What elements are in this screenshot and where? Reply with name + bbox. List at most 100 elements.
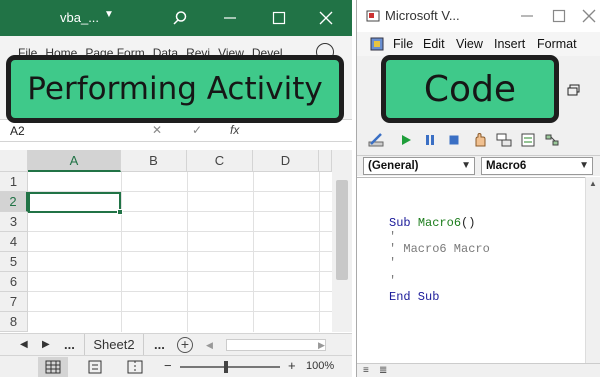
zoom-in-button[interactable]: +: [288, 358, 296, 373]
code-vertical-scrollbar[interactable]: ▲: [585, 177, 600, 363]
procedure-combo-value: Macro6: [486, 160, 527, 172]
vbe-title-bar: Microsoft V...: [357, 0, 600, 32]
restore-window-icon[interactable]: [567, 84, 581, 99]
object-browser-icon[interactable]: [543, 131, 561, 149]
column-header[interactable]: A: [28, 150, 121, 172]
code-bottom-bar: ≡ ≣: [357, 363, 600, 377]
vertical-scrollbar[interactable]: [332, 150, 352, 332]
row-header[interactable]: 1: [0, 172, 28, 192]
menu-format[interactable]: Format: [537, 37, 577, 51]
sheet-overflow-left[interactable]: ...: [64, 337, 75, 352]
maximize-icon[interactable]: [267, 6, 291, 30]
code-parens: (): [461, 216, 476, 230]
excel-title-bar: vba_... ▼: [0, 0, 352, 36]
project-explorer-icon[interactable]: [495, 131, 513, 149]
zoom-slider-thumb[interactable]: [224, 361, 228, 373]
title-dropdown-icon[interactable]: ▼: [104, 9, 114, 20]
column-header[interactable]: D: [253, 150, 319, 172]
code-badge: Code: [381, 55, 559, 123]
horizontal-scrollbar[interactable]: [226, 339, 326, 351]
code-comment: ': [389, 256, 397, 270]
vbe-app-icon: [363, 6, 383, 26]
grid-line: [28, 311, 332, 312]
scrollbar-thumb[interactable]: [336, 180, 348, 280]
object-combo[interactable]: (General) ▼: [363, 157, 475, 175]
row-header[interactable]: 4: [0, 232, 28, 252]
scroll-left-icon[interactable]: ◀: [206, 340, 213, 351]
grid-line: [121, 172, 122, 332]
cancel-formula-icon[interactable]: ✕: [152, 123, 162, 137]
select-all-corner[interactable]: [0, 150, 28, 172]
vbe-menu-bar: File Edit View Insert Format: [357, 32, 600, 56]
full-module-view-icon[interactable]: ≣: [379, 365, 387, 376]
minimize-icon[interactable]: [517, 6, 537, 26]
add-sheet-button[interactable]: +: [177, 337, 193, 353]
row-header[interactable]: 3: [0, 212, 28, 232]
performing-activity-badge: Performing Activity: [6, 55, 344, 123]
column-header[interactable]: C: [187, 150, 253, 172]
procedure-view-icon[interactable]: ≡: [363, 365, 369, 376]
maximize-icon[interactable]: [549, 6, 569, 26]
break-icon[interactable]: [421, 131, 439, 149]
row-header[interactable]: 7: [0, 292, 28, 312]
next-sheet-icon[interactable]: ▶: [42, 339, 50, 350]
zoom-out-button[interactable]: −: [164, 358, 172, 373]
code-editor[interactable]: Sub Macro6() ' ' Macro6 Macro ' ' End Su…: [357, 177, 585, 363]
row-header[interactable]: 5: [0, 252, 28, 272]
close-icon[interactable]: [314, 6, 338, 30]
enter-formula-icon[interactable]: ✓: [192, 123, 202, 137]
insert-function-icon[interactable]: fx: [230, 123, 239, 137]
excel-window-title: vba_...: [60, 10, 100, 25]
minimize-icon[interactable]: [218, 6, 242, 30]
fill-handle[interactable]: [117, 209, 123, 215]
grid-line: [28, 291, 332, 292]
zoom-slider[interactable]: [180, 366, 280, 368]
menu-file[interactable]: File: [393, 37, 413, 51]
properties-icon[interactable]: [519, 131, 537, 149]
normal-view-icon[interactable]: [38, 357, 68, 377]
page-break-view-icon[interactable]: [120, 357, 150, 377]
scroll-right-icon[interactable]: ▶: [318, 340, 325, 351]
sheet-tab-sheet2[interactable]: Sheet2: [84, 334, 144, 356]
design-mode-icon[interactable]: [367, 131, 385, 149]
page-layout-view-icon[interactable]: [80, 357, 110, 377]
formula-bar: A2 ✕ ✓ fx: [0, 120, 352, 142]
grid-line: [253, 172, 254, 332]
prev-sheet-icon[interactable]: ◀: [20, 339, 28, 350]
row-header[interactable]: 6: [0, 272, 28, 292]
close-icon[interactable]: [579, 6, 599, 26]
search-icon[interactable]: [168, 6, 192, 30]
menu-insert[interactable]: Insert: [494, 37, 525, 51]
name-box[interactable]: A2: [6, 122, 96, 140]
active-cell-a2[interactable]: [28, 192, 123, 215]
code-combo-bar: (General) ▼ Macro6 ▼: [357, 156, 600, 176]
vbe-toolbar-debug: [357, 124, 600, 156]
menu-edit[interactable]: Edit: [423, 37, 445, 51]
run-icon[interactable]: [397, 131, 415, 149]
vbe-window-title: Microsoft V...: [385, 8, 460, 23]
grid-line: [319, 172, 320, 332]
status-bar: − + 100%: [0, 355, 352, 377]
grid-line: [28, 251, 332, 252]
sheet-tab-bar: ◀ ▶ ... Sheet2 ... + ◀ ▶: [0, 333, 352, 356]
row-header[interactable]: 2: [0, 192, 28, 212]
sheet-overflow-right[interactable]: ...: [154, 337, 165, 352]
code-comment: ': [389, 274, 397, 288]
code-line-end-sub: End Sub: [389, 290, 440, 304]
chevron-down-icon: ▼: [579, 160, 589, 171]
grid-line: [28, 231, 332, 232]
scroll-up-icon[interactable]: ▲: [589, 179, 597, 188]
column-header-partial[interactable]: [319, 150, 332, 172]
reset-icon[interactable]: [445, 131, 463, 149]
keyword-sub: Sub: [389, 216, 411, 230]
toggle-breakpoint-icon[interactable]: [471, 131, 489, 149]
object-combo-value: (General): [368, 160, 419, 172]
vbe-menu-app-icon[interactable]: [369, 36, 385, 55]
grid-line: [28, 271, 332, 272]
spreadsheet-grid[interactable]: A B C D 1 2 3 4 5 6 7 8: [0, 150, 332, 332]
row-header[interactable]: 8: [0, 312, 28, 332]
procedure-combo[interactable]: Macro6 ▼: [481, 157, 593, 175]
menu-view[interactable]: View: [456, 37, 483, 51]
column-header[interactable]: B: [121, 150, 187, 172]
zoom-level[interactable]: 100%: [306, 360, 334, 372]
